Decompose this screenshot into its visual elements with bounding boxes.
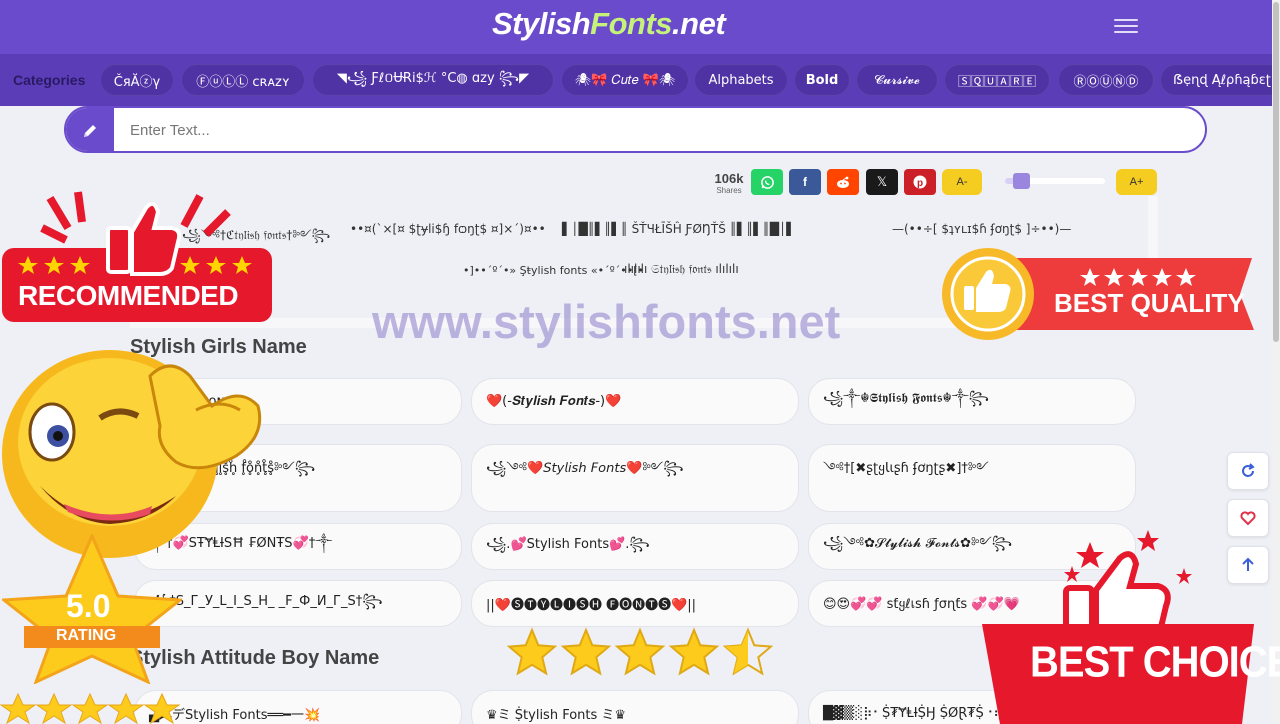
font-card[interactable]: ༺†[✖ʂʈყƖɩʂɦ ʄơŋʈʂ✖]†༻ [808, 444, 1136, 512]
decrease-font-button[interactable]: A- [942, 169, 982, 195]
rating-value: 5.0 [66, 588, 111, 624]
best-choice-badge-text: BEST CHOICE [1030, 637, 1280, 687]
category-pill[interactable]: ◥꧁ Ƒℓ០ɄɌi$ℋ °C◍ ɑzy ꧂◤ [312, 64, 554, 96]
reddit-icon [837, 176, 849, 188]
category-pill[interactable]: 🅂🅀🅄🄰🅁🄴 [944, 64, 1050, 96]
category-pill[interactable]: Alphabets [694, 64, 788, 96]
recommended-badge-text: RECOMMENDED [18, 280, 239, 311]
facebook-icon: f [803, 175, 807, 189]
pinterest-share-button[interactable]: p [904, 169, 936, 195]
font-size-slider[interactable] [1005, 173, 1105, 189]
font-size-slider-knob[interactable] [1013, 173, 1031, 189]
watermark-text: www.stylishfonts.net [372, 295, 841, 348]
preview-font-item[interactable]: —(••÷[ $ʇʏʟɪ$ɦ ʄơŋʈ$ ]÷••)— [892, 222, 1071, 236]
refresh-button[interactable] [1227, 452, 1269, 490]
hamburger-menu-icon[interactable] [1114, 19, 1138, 37]
best-choice-badge [982, 530, 1254, 724]
font-card[interactable]: ꧁༺❤️𝘚𝘵𝘺𝘭𝘪𝘴𝘩 𝘍𝘰𝘯𝘵𝘴❤️༻꧂ [471, 444, 799, 512]
whatsapp-share-button[interactable] [751, 169, 783, 195]
whatsapp-icon [760, 175, 774, 189]
share-count: 106k Shares [710, 171, 748, 196]
rating-star [560, 627, 612, 676]
category-pill[interactable]: Bold [794, 64, 850, 96]
heart-icon [1240, 511, 1256, 526]
rating-star [668, 627, 720, 676]
preview-font-item[interactable]: •]••´º´•» Şŧylish fonts «•´º´••[• [463, 264, 644, 277]
share-count-number: 106k [714, 171, 744, 186]
x-icon: 𝕏 [876, 174, 888, 189]
rating-label: RATING [56, 627, 117, 644]
pinterest-icon: p [913, 175, 927, 189]
rating-star [506, 627, 558, 676]
center-rating-stars [506, 627, 774, 676]
x-share-button[interactable]: 𝕏 [866, 169, 898, 195]
text-input-box [64, 106, 1207, 153]
increase-font-button[interactable]: A+ [1116, 169, 1157, 195]
share-count-label: Shares [716, 186, 742, 195]
font-card[interactable]: ❤️(-𝑺𝒕𝒚𝒍𝒊𝒔𝒉 𝑭𝒐𝒏𝒕𝒔-)❤️ [471, 378, 799, 425]
logo-text-fonts: Fonts [590, 6, 673, 41]
font-card[interactable]: ꧁.💕Stylish Fonts💕.꧂ [471, 523, 799, 570]
category-pill[interactable]: ⓇⓄⓊⓃⒹ [1058, 64, 1154, 96]
category-bar: Categories ČяĂⓩγ ⒻⓤⓁⓁ ᴄʀᴀᴢʏ ◥꧁ Ƒℓ០ɄɌi$ℋ … [0, 54, 1272, 106]
page-scrollbar[interactable] [1272, 0, 1280, 724]
category-pill[interactable]: ČяĂⓩγ [100, 64, 174, 96]
svg-text:p: p [917, 178, 923, 189]
best-quality-badge-text: BEST QUALITY [1054, 288, 1245, 318]
rating-star [614, 627, 666, 676]
pencil-icon [66, 108, 114, 151]
font-card[interactable]: ||❤️🅢🅣🅨🅛🅘🅢🅗 🅕🅞🅝🅣🅢❤️|| [471, 580, 799, 627]
refresh-icon [1242, 463, 1255, 477]
reddit-share-button[interactable] [827, 169, 859, 195]
category-pill[interactable]: ẞẹɳɖ Ąℓρɦąɓɛʈ [1160, 64, 1272, 96]
category-pill[interactable]: ⒻⓤⓁⓁ ᴄʀᴀᴢʏ [181, 64, 305, 96]
preview-font-item[interactable]: ılılılı 𝔖𝔱𝔶𝔩𝔦𝔰𝔥 𝔣𝔬𝔫𝔱𝔰 ılılılı [624, 262, 739, 277]
category-pill[interactable]: 🕷🎀 𝐶𝑢𝑡𝑒 🎀🕷 [561, 64, 689, 96]
font-card[interactable]: ♛ミ Ṩtylish Fonts ミ♛ [471, 690, 799, 724]
facebook-share-button[interactable]: f [789, 169, 821, 195]
logo-text-net: .net [672, 6, 726, 41]
category-pill[interactable]: 𝓒𝓾𝓻𝓼𝓲𝓿𝓮 [856, 64, 938, 96]
preview-font-item[interactable]: ••¤(`×[¤ $ʈɏli$ɧ fѻŋʈ$ ¤]×´)¤•• [350, 222, 546, 236]
logo-text-stylish: Stylish [492, 6, 591, 41]
font-card[interactable]: ꧁†S_Г_У_L_I_S_H_ _F_Ф_И_Г_S†꧂ [134, 580, 462, 627]
text-input[interactable] [130, 119, 1190, 141]
font-card[interactable]: ꧁༒☬𝕾𝖙𝖞𝖑𝖎𝖘𝖍 𝕱𝖔𝖓𝖙𝖘☬༒꧂ [808, 378, 1136, 425]
categories-label: Categories [13, 72, 86, 88]
preview-font-item[interactable]: ▌│█║▌║▌║ ŠŤЧŁĪŠĤ ƑØŊŤŠ ║▌║▌║█│▌ [562, 222, 795, 236]
rating-stars-row [0, 692, 181, 724]
winking-emoji-icon [2, 350, 262, 558]
site-header: StylishFonts.net [0, 0, 1280, 54]
site-logo[interactable]: StylishFonts.net [492, 6, 726, 42]
